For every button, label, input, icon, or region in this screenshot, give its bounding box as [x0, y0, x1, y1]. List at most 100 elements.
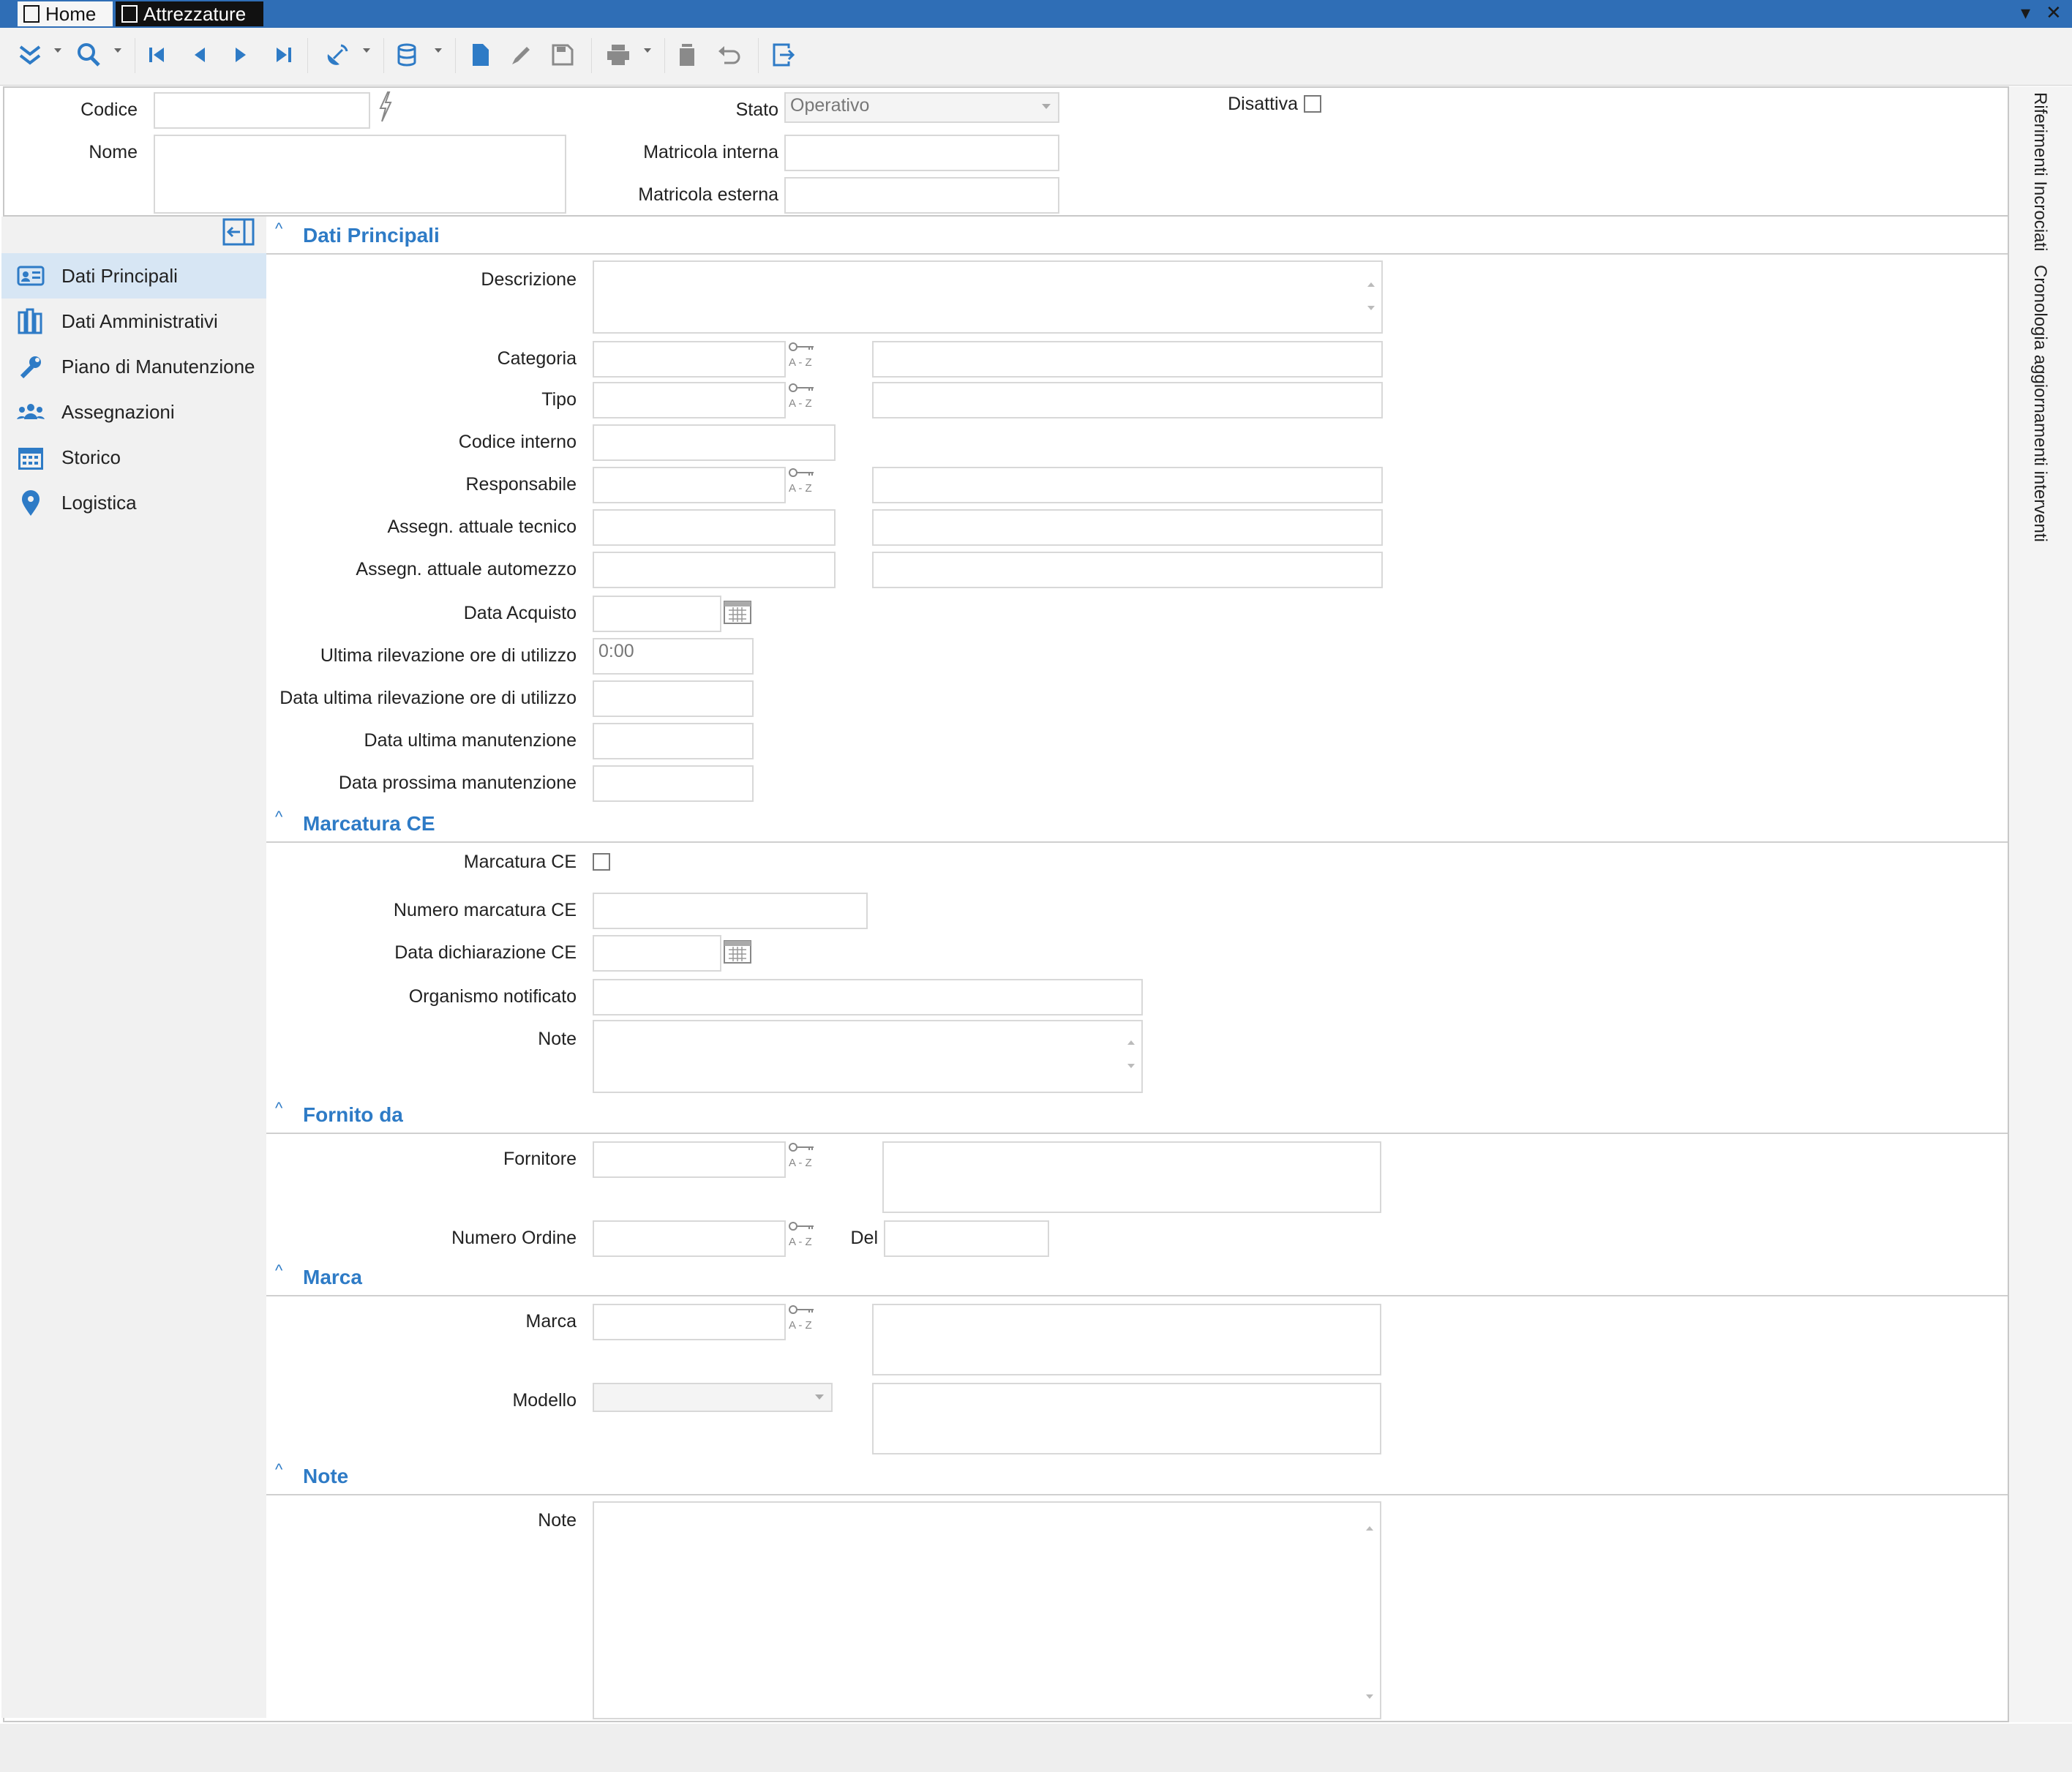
satellite-dropdown-icon[interactable] — [363, 48, 370, 53]
organismo-input[interactable] — [593, 979, 1143, 1015]
matricola-interna-input[interactable] — [784, 135, 1059, 171]
categoria-code-input[interactable] — [593, 341, 786, 378]
note-ce-input[interactable] — [593, 1020, 1143, 1093]
lookup-az-icon[interactable]: A - Z — [787, 1302, 817, 1333]
stato-select[interactable]: Operativo — [784, 92, 1059, 123]
categoria-description-input[interactable] — [872, 341, 1383, 378]
modello-description-input[interactable] — [872, 1383, 1381, 1454]
window-close-icon[interactable]: ✕ — [2046, 1, 2062, 24]
data-prossima-manutenzione-input[interactable] — [593, 765, 754, 802]
ultima-rilevazione-input[interactable]: 0:00 — [593, 638, 754, 675]
modello-select[interactable] — [593, 1383, 833, 1412]
nav-item-piano-manutenzione[interactable]: Piano di Manutenzione — [1, 344, 266, 389]
fornitore-description-input[interactable] — [882, 1141, 1381, 1213]
lookup-az-icon[interactable]: A - Z — [787, 1219, 817, 1250]
data-ultima-manutenzione-input[interactable] — [593, 723, 754, 759]
database-icon[interactable] — [392, 38, 426, 72]
section-collapse-icon[interactable]: ^ — [275, 219, 282, 239]
nav-item-logistica[interactable]: Logistica — [1, 480, 266, 525]
lookup-az-icon[interactable]: A - Z — [787, 380, 817, 411]
lookup-az-icon[interactable]: A - Z — [787, 465, 817, 496]
lightning-icon[interactable] — [376, 91, 394, 123]
nome-input[interactable] — [154, 135, 566, 214]
note-input[interactable] — [593, 1501, 1381, 1719]
section-collapse-icon[interactable]: ^ — [275, 1460, 282, 1479]
section-title-dati-principali[interactable]: Dati Principali — [303, 224, 440, 247]
print-icon[interactable] — [601, 38, 635, 72]
data-acquisto-input[interactable] — [593, 596, 721, 632]
note-scroll-down-icon[interactable] — [1364, 1687, 1375, 1708]
expand-dropdown-icon[interactable] — [54, 48, 61, 53]
assegn-tecnico-description-input[interactable] — [872, 509, 1383, 546]
side-tab-cronologia[interactable]: Cronologia aggiornamenti interventi — [2030, 265, 2050, 542]
tab-home[interactable]: Home — [18, 1, 113, 26]
del-date-input[interactable] — [884, 1220, 1049, 1257]
tab-attrezzature[interactable]: Attrezzature — [116, 1, 263, 26]
matricola-esterna-input[interactable] — [784, 177, 1059, 214]
toolbar-separator — [455, 38, 456, 73]
section-title-marcatura-ce[interactable]: Marcatura CE — [303, 812, 435, 836]
next-record-icon[interactable] — [224, 38, 258, 72]
nav-item-dati-amministrativi[interactable]: Dati Amministrativi — [1, 299, 266, 344]
delete-icon[interactable] — [670, 38, 704, 72]
nav-item-assegnazioni[interactable]: Assegnazioni — [1, 389, 266, 435]
calendar-picker-icon[interactable] — [723, 936, 752, 966]
numero-ordine-input[interactable] — [593, 1220, 786, 1257]
satellite-icon[interactable] — [320, 38, 354, 72]
window-menu-chevron-icon[interactable]: ▾ — [2021, 1, 2030, 24]
data-dichiarazione-input[interactable] — [593, 935, 721, 972]
numero-marcatura-input[interactable] — [593, 893, 868, 929]
save-icon[interactable] — [546, 38, 579, 72]
assegn-automezzo-description-input[interactable] — [872, 552, 1383, 588]
marca-description-input[interactable] — [872, 1304, 1381, 1375]
search-icon[interactable] — [72, 38, 105, 72]
marca-code-input[interactable] — [593, 1304, 786, 1340]
tipo-description-input[interactable] — [872, 382, 1383, 418]
codice-interno-input[interactable] — [593, 424, 836, 461]
nav-item-dati-principali[interactable]: Dati Principali — [1, 253, 266, 299]
data-ultima-rilevazione-label: Data ultima rilevazione ore di utilizzo — [279, 688, 577, 708]
first-record-icon[interactable] — [140, 38, 174, 72]
last-record-icon[interactable] — [266, 38, 300, 72]
calendar-picker-icon[interactable] — [723, 597, 752, 626]
descrizione-input[interactable] — [593, 260, 1383, 334]
marcatura-ce-checkbox[interactable] — [593, 853, 610, 871]
data-ultima-rilevazione-input[interactable] — [593, 680, 754, 717]
nav-item-storico[interactable]: Storico — [1, 435, 266, 480]
edit-icon[interactable] — [505, 38, 538, 72]
section-title-marca[interactable]: Marca — [303, 1266, 362, 1289]
tab-home-label: Home — [45, 2, 97, 25]
undo-icon[interactable] — [713, 38, 746, 72]
tipo-code-input[interactable] — [593, 382, 786, 418]
assegn-automezzo-input[interactable] — [593, 552, 836, 588]
section-title-note[interactable]: Note — [303, 1465, 348, 1488]
previous-record-icon[interactable] — [183, 38, 217, 72]
ultima-rilevazione-label: Ultima rilevazione ore di utilizzo — [320, 645, 577, 666]
section-title-fornito-da[interactable]: Fornito da — [303, 1103, 403, 1127]
section-collapse-icon[interactable]: ^ — [275, 1099, 282, 1118]
side-tab-riferimenti[interactable]: Riferimenti Incrociati — [2030, 92, 2050, 251]
search-dropdown-icon[interactable] — [114, 48, 121, 53]
fornitore-code-input[interactable] — [593, 1141, 786, 1178]
section-collapse-icon[interactable]: ^ — [275, 808, 282, 827]
expand-icon[interactable] — [13, 38, 47, 72]
attrezzature-app-icon — [121, 5, 138, 23]
responsabile-description-input[interactable] — [872, 467, 1383, 503]
exit-icon[interactable] — [767, 38, 800, 72]
assegn-tecnico-input[interactable] — [593, 509, 836, 546]
lookup-az-icon[interactable]: A - Z — [787, 339, 817, 370]
lookup-az-icon[interactable]: A - Z — [787, 1140, 817, 1171]
numero-marcatura-label: Numero marcatura CE — [393, 900, 577, 920]
print-dropdown-icon[interactable] — [644, 48, 651, 53]
disattiva-checkbox[interactable] — [1304, 95, 1321, 113]
note-ce-label: Note — [538, 1029, 577, 1049]
note-ce-scroll-arrows-icon[interactable] — [1125, 1036, 1137, 1078]
section-collapse-icon[interactable]: ^ — [275, 1261, 282, 1280]
responsabile-code-input[interactable] — [593, 467, 786, 503]
database-dropdown-icon[interactable] — [435, 48, 442, 53]
descrizione-scroll-arrows-icon[interactable] — [1365, 278, 1377, 320]
collapse-panel-icon[interactable] — [222, 218, 255, 246]
codice-input[interactable] — [154, 92, 370, 129]
note-scroll-up-icon[interactable] — [1364, 1517, 1375, 1539]
new-document-icon[interactable] — [464, 38, 498, 72]
